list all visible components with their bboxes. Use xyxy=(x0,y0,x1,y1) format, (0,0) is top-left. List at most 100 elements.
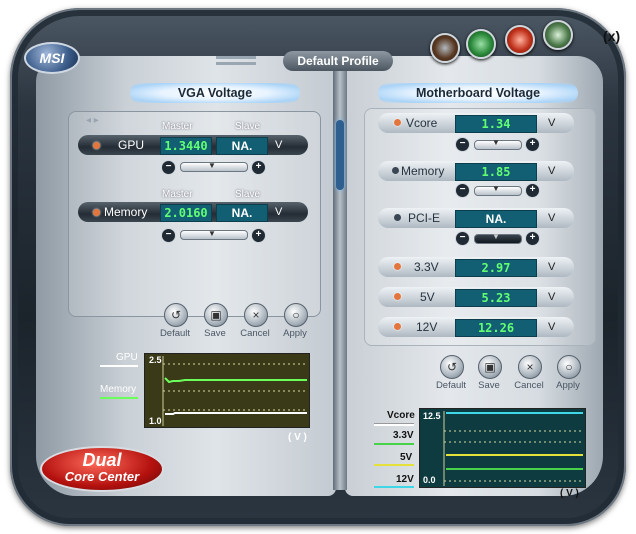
vga-memory-master-value: 2.0160 xyxy=(160,204,212,222)
vga-cancel-label: Cancel xyxy=(240,328,270,339)
v12-status-led xyxy=(394,323,401,330)
vga-memory-unit: V xyxy=(275,206,283,218)
mb-memory-status-led xyxy=(392,167,399,174)
v5-unit: V xyxy=(548,291,556,303)
v12-legend-label: 12V xyxy=(396,474,414,485)
memory-slave-header: Slave xyxy=(235,189,261,200)
gpu-status-led xyxy=(93,142,100,149)
v5-legend-swatch xyxy=(374,464,414,466)
mb-apply-button[interactable]: ○ xyxy=(557,355,581,379)
vga-apply-button[interactable]: ○ xyxy=(284,303,308,327)
memory-legend-swatch xyxy=(100,397,138,399)
v5-status-led xyxy=(394,293,401,300)
vcore-unit: V xyxy=(548,117,556,129)
vcore-legend-label: Vcore xyxy=(387,410,415,421)
pcie-value: NA. xyxy=(455,210,537,228)
collapse-arrows-icon[interactable]: ◂ ▸ xyxy=(86,115,99,126)
gpu-legend-swatch xyxy=(100,365,138,367)
vga-memory-increase-button[interactable]: + xyxy=(251,228,266,243)
gpu-legend-label: GPU xyxy=(116,352,138,363)
power-icon[interactable] xyxy=(430,33,460,63)
profile-dash xyxy=(216,62,256,65)
vcore-value: 1.34 xyxy=(455,115,537,133)
mb-save-button[interactable]: ▣ xyxy=(478,355,502,379)
v12-value: 12.26 xyxy=(455,319,537,337)
vga-save-button[interactable]: ▣ xyxy=(204,303,228,327)
v33-unit: V xyxy=(548,261,556,273)
mb-apply-label: Apply xyxy=(556,380,580,391)
mb-memory-unit: V xyxy=(548,165,556,177)
mb-memory-decrease-button[interactable]: − xyxy=(455,183,470,198)
vcore-increase-button[interactable]: + xyxy=(525,137,540,152)
gpu-label: GPU xyxy=(118,138,145,152)
vga-graph-canvas xyxy=(162,356,307,426)
mb-default-label: Default xyxy=(435,380,467,391)
gpu-master-header: Master xyxy=(162,121,193,132)
mb-cancel-button[interactable]: × xyxy=(518,355,542,379)
v5-label: 5V xyxy=(420,290,435,304)
vga-graph-unit: ( V ) xyxy=(288,432,307,443)
vcore-status-led xyxy=(394,119,401,126)
green-fan-icon[interactable] xyxy=(466,29,496,59)
vga-cancel-button[interactable]: × xyxy=(244,303,268,327)
vga-memory-decrease-button[interactable]: − xyxy=(161,228,176,243)
mb-default-button[interactable]: ↺ xyxy=(440,355,464,379)
gpu-unit: V xyxy=(275,139,283,151)
mb-memory-increase-button[interactable]: + xyxy=(525,183,540,198)
gpu-increase-button[interactable]: + xyxy=(251,160,266,175)
globe-icon[interactable] xyxy=(543,20,573,50)
mb-graph-canvas xyxy=(443,411,583,486)
gpu-master-value: 1.3440 xyxy=(160,137,212,155)
slider-thumb-icon[interactable]: ▼ xyxy=(208,161,216,170)
vcore-legend-swatch xyxy=(374,423,414,426)
vga-memory-label: Memory xyxy=(104,205,148,219)
close-button[interactable]: (x) xyxy=(603,28,620,44)
v33-legend-swatch xyxy=(374,443,414,445)
pcie-decrease-button[interactable]: − xyxy=(455,231,470,246)
vga-memory-status-led xyxy=(93,209,100,216)
gpu-decrease-button[interactable]: − xyxy=(161,160,176,175)
v33-label: 3.3V xyxy=(414,260,439,274)
dual-core-center-logo: Dual Core Center xyxy=(40,446,164,492)
v5-legend-label: 5V xyxy=(400,452,413,463)
v5-value: 5.23 xyxy=(455,289,537,307)
v33-status-led xyxy=(394,263,401,270)
logo-line2: Core Center xyxy=(64,469,140,484)
slider-thumb-icon[interactable]: ▼ xyxy=(492,184,500,193)
profile-selector[interactable]: Default Profile xyxy=(283,51,393,71)
v12-label: 12V xyxy=(416,320,438,334)
vga-default-label: Default xyxy=(159,328,191,339)
v12-legend-swatch xyxy=(374,486,414,488)
slider-thumb-icon[interactable]: ▼ xyxy=(208,229,216,238)
pcie-label: PCI-E xyxy=(408,211,441,225)
vga-voltage-graph: 2.5 1.0 xyxy=(144,353,310,428)
profile-dash xyxy=(216,56,256,59)
memory-master-header: Master xyxy=(162,189,193,200)
divider-scroll-knob[interactable] xyxy=(336,120,344,190)
v33-legend-label: 3.3V xyxy=(393,430,414,441)
mb-graph-ymax: 12.5 xyxy=(423,411,441,421)
pcie-status-led xyxy=(394,214,401,221)
slider-thumb-icon[interactable]: ▼ xyxy=(492,138,500,147)
vcore-decrease-button[interactable]: − xyxy=(455,137,470,152)
motherboard-voltage-title: Motherboard Voltage xyxy=(378,83,578,103)
msi-logo: MSI xyxy=(24,42,80,74)
mb-graph-ymin: 0.0 xyxy=(423,475,436,485)
memory-voltage-line xyxy=(164,377,307,384)
gpu-slave-value: NA. xyxy=(216,137,268,155)
speed-icon[interactable] xyxy=(505,25,535,55)
vga-memory-slave-value: NA. xyxy=(216,204,268,222)
pcie-increase-button[interactable]: + xyxy=(525,231,540,246)
logo-line1: Dual xyxy=(82,450,122,470)
vga-default-button[interactable]: ↺ xyxy=(164,303,188,327)
vga-apply-label: Apply xyxy=(283,328,307,339)
vcore-label: Vcore xyxy=(406,116,438,130)
pcie-unit: V xyxy=(548,212,556,224)
slider-thumb-icon[interactable]: ▼ xyxy=(492,232,500,241)
mb-graph-unit: ( V ) xyxy=(560,488,579,499)
vga-graph-ymin: 1.0 xyxy=(149,416,162,426)
motherboard-voltage-graph: 12.5 0.0 xyxy=(419,408,586,488)
vga-voltage-title: VGA Voltage xyxy=(130,83,300,103)
mb-memory-value: 1.85 xyxy=(455,163,537,181)
v12-unit: V xyxy=(548,321,556,333)
